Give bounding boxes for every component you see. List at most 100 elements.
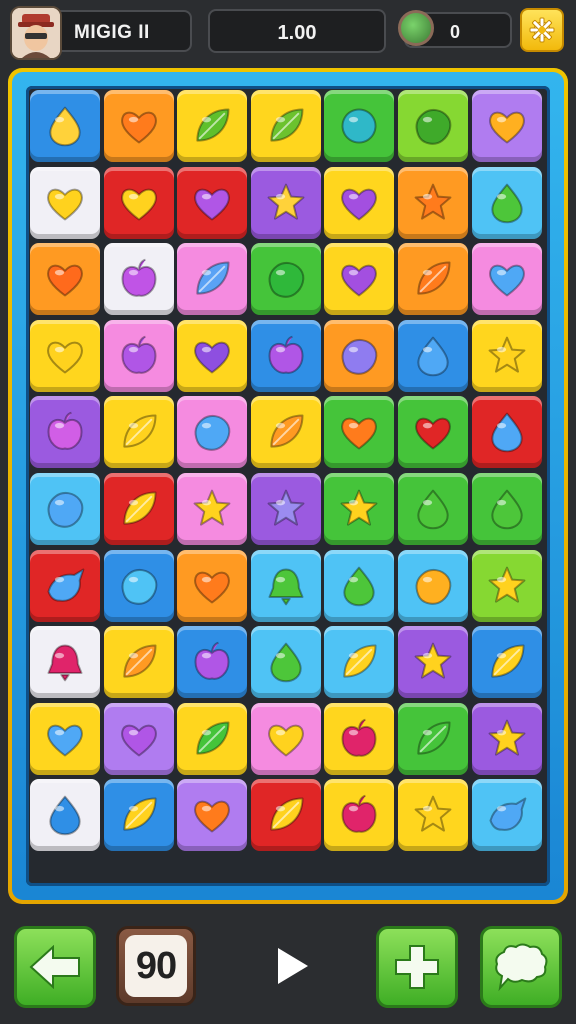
board-tile[interactable] <box>250 243 321 316</box>
board-tile[interactable] <box>103 166 174 239</box>
add-button[interactable] <box>376 926 458 1008</box>
board-tile[interactable] <box>30 626 100 699</box>
board-tile[interactable] <box>324 319 395 392</box>
leaf-icon <box>122 644 157 678</box>
player-avatar-icon[interactable] <box>10 6 62 60</box>
board-tile[interactable] <box>177 319 248 392</box>
back-button[interactable] <box>14 926 96 1008</box>
leaf-icon <box>196 261 230 295</box>
board-tile[interactable] <box>250 626 321 699</box>
leaf-icon <box>417 261 451 295</box>
board-tile[interactable] <box>250 473 321 545</box>
apple-icon <box>341 795 377 834</box>
board-tile[interactable] <box>398 396 468 469</box>
heart-icon <box>120 724 157 757</box>
arrow-left-icon <box>29 945 80 989</box>
board-tile[interactable] <box>30 166 100 239</box>
board-tile[interactable] <box>398 702 468 775</box>
board-tile[interactable] <box>398 473 468 545</box>
board-tile[interactable] <box>250 702 321 775</box>
board-tile[interactable] <box>30 396 100 469</box>
apple-icon <box>47 412 83 451</box>
heart-icon <box>341 188 378 221</box>
board-tile[interactable] <box>398 90 468 162</box>
drop-icon <box>343 566 376 606</box>
board-tile[interactable] <box>177 549 248 622</box>
board-tile[interactable] <box>398 779 468 852</box>
board-tile[interactable] <box>471 396 542 469</box>
board-tile[interactable] <box>398 626 468 699</box>
board-tile[interactable] <box>324 243 395 316</box>
board-tile[interactable] <box>177 166 248 239</box>
star-icon <box>414 183 452 220</box>
board-tile[interactable] <box>30 90 100 162</box>
board-tile[interactable] <box>30 702 100 775</box>
heart-icon <box>415 417 451 450</box>
board-tile[interactable] <box>177 396 248 469</box>
board-tile[interactable] <box>324 473 395 545</box>
board-tile[interactable] <box>324 549 395 622</box>
board-tile[interactable] <box>250 166 321 239</box>
board-tile[interactable] <box>103 473 174 545</box>
board-tile[interactable] <box>177 702 248 775</box>
board-tile[interactable] <box>103 549 174 622</box>
board-tile[interactable] <box>177 90 248 162</box>
board-tile[interactable] <box>250 90 321 162</box>
board-tile[interactable] <box>250 319 321 392</box>
board-tile[interactable] <box>30 243 100 316</box>
leaf-icon <box>270 108 304 142</box>
board-tile[interactable] <box>471 90 542 162</box>
board-tile[interactable] <box>30 779 100 852</box>
board-tile[interactable] <box>324 626 395 699</box>
game-board-border <box>12 72 564 900</box>
blob-icon <box>194 415 231 452</box>
board-tile[interactable] <box>471 166 542 239</box>
board-tile[interactable] <box>471 473 542 545</box>
board-tile[interactable] <box>398 319 468 392</box>
star-icon <box>488 566 526 603</box>
heart-icon <box>47 264 83 297</box>
board-tile[interactable] <box>324 166 395 239</box>
board-tile[interactable] <box>250 549 321 622</box>
board-tile[interactable] <box>103 90 174 162</box>
play-button[interactable] <box>270 944 314 988</box>
board-tile[interactable] <box>250 779 321 852</box>
board-tile[interactable] <box>103 319 174 392</box>
board-tile[interactable] <box>324 396 395 469</box>
board-tile[interactable] <box>30 319 100 392</box>
board-tile[interactable] <box>471 549 542 622</box>
board-tile[interactable] <box>103 626 174 699</box>
board-tile[interactable] <box>177 473 248 545</box>
board-tile[interactable] <box>30 549 100 622</box>
board-tile[interactable] <box>103 702 174 775</box>
settings-button[interactable] <box>520 8 564 52</box>
circle-icon <box>341 108 377 144</box>
board-tile[interactable] <box>324 90 395 162</box>
board-tile[interactable] <box>177 243 248 316</box>
chat-button[interactable] <box>480 926 562 1008</box>
board-tile[interactable] <box>103 243 174 316</box>
board-tile[interactable] <box>471 779 542 852</box>
board-tile[interactable] <box>398 166 468 239</box>
board-tile[interactable] <box>471 319 542 392</box>
apple-icon <box>268 335 304 374</box>
board-tile[interactable] <box>324 779 395 852</box>
drop-icon <box>49 796 81 836</box>
board-tile[interactable] <box>103 396 174 469</box>
star-icon <box>414 796 452 832</box>
board-tile[interactable] <box>324 702 395 775</box>
bird-icon <box>489 797 526 832</box>
star-icon <box>340 489 378 526</box>
board-tile[interactable] <box>398 243 468 316</box>
board-tile[interactable] <box>250 396 321 469</box>
board-tile[interactable] <box>30 473 100 545</box>
coin-icon <box>398 10 434 46</box>
board-tile[interactable] <box>177 626 248 699</box>
board-tile[interactable] <box>103 779 174 852</box>
board-tile[interactable] <box>471 626 542 699</box>
blob-icon <box>415 108 452 145</box>
board-tile[interactable] <box>471 702 542 775</box>
board-tile[interactable] <box>398 549 468 622</box>
board-tile[interactable] <box>471 243 542 316</box>
board-tile[interactable] <box>177 779 248 852</box>
